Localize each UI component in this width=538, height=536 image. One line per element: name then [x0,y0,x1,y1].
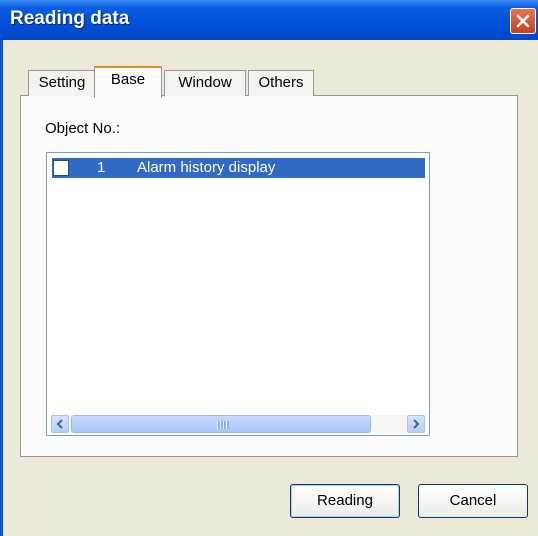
scroll-left-button[interactable] [51,415,69,433]
tab-label: Setting [38,74,86,91]
cancel-button[interactable]: Cancel [418,484,528,518]
tab-others[interactable]: Others [248,70,314,96]
tab-label: Others [258,74,304,91]
tab-setting[interactable]: Setting [28,70,96,96]
title-bar[interactable]: Reading data [0,0,538,40]
list-item[interactable]: 1 Alarm history display [52,158,425,178]
window-frame-left [0,40,3,536]
scroll-right-button[interactable] [407,415,425,433]
item-checkbox[interactable] [53,160,69,176]
dialog-window: Reading data Setting Base Window Others … [0,0,538,536]
reading-button[interactable]: Reading [290,484,400,518]
scrollbar-grip [217,421,229,429]
object-no-label: Object No.: [45,120,121,137]
close-button[interactable] [510,8,536,34]
tab-label: Base [110,71,146,88]
item-name: Alarm history display [137,159,276,176]
tab-base[interactable]: Base [94,66,162,98]
window-title: Reading data [10,8,130,29]
tab-label: Window [178,74,232,91]
item-number: 1 [97,159,106,176]
tab-window[interactable]: Window [164,70,246,96]
object-list[interactable]: 1 Alarm history display [46,152,430,436]
scrollbar-thumb[interactable] [71,415,371,433]
horizontal-scrollbar[interactable] [51,415,425,433]
